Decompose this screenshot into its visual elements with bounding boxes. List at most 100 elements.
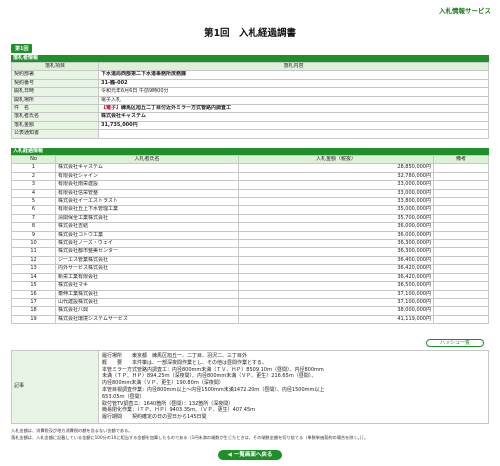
bidder-name: 内外サービス株式会社 [55,264,239,274]
bid-no: 3 [11,180,56,190]
bid-remarks [433,247,489,257]
bid-info-row: 件 名 【電子】練馬区旭丘二丁目付近外ミラー方式管路内調査工 [11,104,489,114]
bidder-name: 株式会社八興 [55,306,239,316]
bids-table: No 入札者氏名 入札金額（税抜） 備考 1 株式会社キャステム 28,850,00… [11,154,489,325]
notes-label: 記事 [11,350,99,424]
bid-info-row: 開札日時 令和元年6月6日 午前9時00分 [11,87,489,97]
bids-section-header: 入札経過情報 [11,148,489,155]
bid-remarks [433,180,489,190]
bid-no: 19 [11,314,56,325]
bid-remarks [433,314,489,325]
bid-row: 1 株式会社キャステム 28,850,000円 [11,163,489,173]
bidder-name: 清関保全工業株式会社 [55,213,239,224]
contract-number: 31-鶴-002 [98,78,489,89]
winner-name: 株式会社キャステム [98,112,489,122]
bid-remarks [433,222,489,232]
bid-remarks [433,306,489,316]
bidder-name: 株式会社ノース・ウェイ [55,239,239,249]
bids-header-row: No 入札者氏名 入札金額（税抜） 備考 [11,154,489,165]
bidder-name: 有限会社信栄管整 [55,188,239,199]
bidder-name: 株式会社都市整美センター [55,247,239,257]
column-header-amount: 入札金額（税抜） [238,154,434,165]
bid-info-table: 落札項目 落札内容 契約部署 下水道局西部第二下水道事務所庶務課 契約番号 31… [11,61,489,139]
bid-info-row: 開札場所 電子入札 [11,95,489,106]
bid-amount: 41,119,000円 [238,314,434,325]
bid-info-section-header: 落札者情報 [11,55,489,62]
bid-row: 18 株式会社八興 38,000,000円 [11,306,489,316]
bid-amount: 33,000,000円 [238,188,434,199]
bid-amount: 36,000,000円 [238,222,434,232]
bid-remarks [433,205,489,215]
bid-no: 9 [11,230,56,241]
bid-no: 16 [11,289,56,299]
bid-remarks [433,255,489,266]
bidder-name: 株式会社マキ [55,281,239,291]
bid-remarks [433,230,489,241]
bid-info-row: 公表通知書 [11,129,489,139]
bid-no: 14 [11,272,56,283]
bid-row: 7 清関保全工業株式会社 35,700,000円 [11,213,489,224]
subject: 【電子】練馬区旭丘二丁目付近外ミラー方式管路内調査工 [98,104,489,114]
winning-amount: 31,735,000円 [98,120,489,131]
bid-remarks [433,188,489,199]
bid-no: 11 [11,247,56,257]
notes-line: 概 要 本件策は、一部深夜間作業とし、その他は昼間作業とする。 [102,359,267,366]
bid-row: 15 株式会社マキ 36,500,000円 [11,281,489,291]
bid-no: 8 [11,222,56,232]
contract-dept: 下水道局西部第二下水道事務所庶務課 [98,70,489,80]
bidder-name: 山代建設株式会社 [55,297,239,308]
bid-no: 13 [11,264,56,274]
bidder-name: 泰伸工業株式会社 [55,289,239,299]
footnote-line: 落札金額は、入札金額に記載している金額に100分の10に相当する金額を加算したも… [11,435,369,440]
bid-amount: 35,700,000円 [238,213,434,224]
subject-text: 練馬区旭丘二丁目付近外ミラー方式管路内調査工 [121,105,232,112]
bidder-name: 株式会社コトウ工業 [55,230,239,241]
bid-row: 5 株式会社イーエストラスト 33,800,000円 [11,197,489,207]
bid-remarks [433,239,489,249]
notes-line: 内径800mm未満（ＶＰ、更生）190.80ｍ（深夜間） [102,380,224,387]
public-notice [98,129,489,139]
bid-row: 19 株式会社環境システムサービス 41,119,000円 [11,314,489,325]
bid-amount: 33,000,000円 [238,180,434,190]
bid-remarks [433,163,489,173]
bid-info-row: 落札者氏名 株式会社キャステム [11,112,489,122]
bid-no: 4 [11,188,56,199]
row-label: 開札日時 [11,87,99,97]
bid-no: 15 [11,281,56,291]
bid-remarks [433,297,489,308]
bid-no: 12 [11,255,56,266]
bidder-name: 株式会社イーエストラスト [55,197,239,207]
bid-row: 14 新栄工業有限会社 36,420,000円 [11,272,489,283]
bidder-name: 株式会社吉結 [55,222,239,232]
bid-no: 6 [11,205,56,215]
back-to-list-button[interactable]: ◀ 一覧画面へ戻る [218,450,282,460]
bid-amount: 36,400,000円 [238,255,434,266]
bid-amount: 36,420,000円 [238,264,434,274]
bid-row: 2 有限会社シャイン 32,780,000円 [11,171,489,182]
bid-row: 4 有限会社信栄管整 33,000,000円 [11,188,489,199]
notes-line: 本管目視調査作業：内径800mm以上～内径1500mm未満1472.20ｍ（昼間… [102,386,325,393]
bid-no: 7 [11,213,56,224]
tab-round-1[interactable]: 第1回 [11,44,33,53]
bid-no: 18 [11,306,56,316]
bid-remarks [433,289,489,299]
bid-amount: 36,420,000円 [238,272,434,283]
bid-remarks [433,171,489,182]
bid-remarks [433,197,489,207]
hash-list-button[interactable]: ハッシュ一覧 [426,339,484,347]
bidder-name: 株式会社環境システムサービス [55,314,239,325]
column-header-item: 落札項目 [11,61,99,72]
bidder-name: 有限会社南栄建設 [55,180,239,190]
footnotes: 入札金額は、消費税及び地方消費税の額を含まない金額である。 落札金額は、入札金額に… [11,427,489,441]
bid-amount: 35,000,000円 [238,205,434,215]
bid-amount: 36,300,000円 [238,239,434,249]
bid-info-row: 契約部署 下水道局西部第二下水道事務所庶務課 [11,70,489,80]
bid-row: 11 株式会社都市整美センター 36,300,000円 [11,247,489,257]
bid-row: 10 株式会社ノース・ウェイ 36,300,000円 [11,239,489,249]
bid-no: 10 [11,239,56,249]
bidder-name: ジーエス管業株式会社 [55,255,239,266]
bid-row: 8 株式会社吉結 36,000,000円 [11,222,489,232]
bidder-name: 有限会社シャイン [55,171,239,182]
bid-amount: 37,100,000円 [238,289,434,299]
bidder-name: 株式会社キャステム [55,163,239,173]
